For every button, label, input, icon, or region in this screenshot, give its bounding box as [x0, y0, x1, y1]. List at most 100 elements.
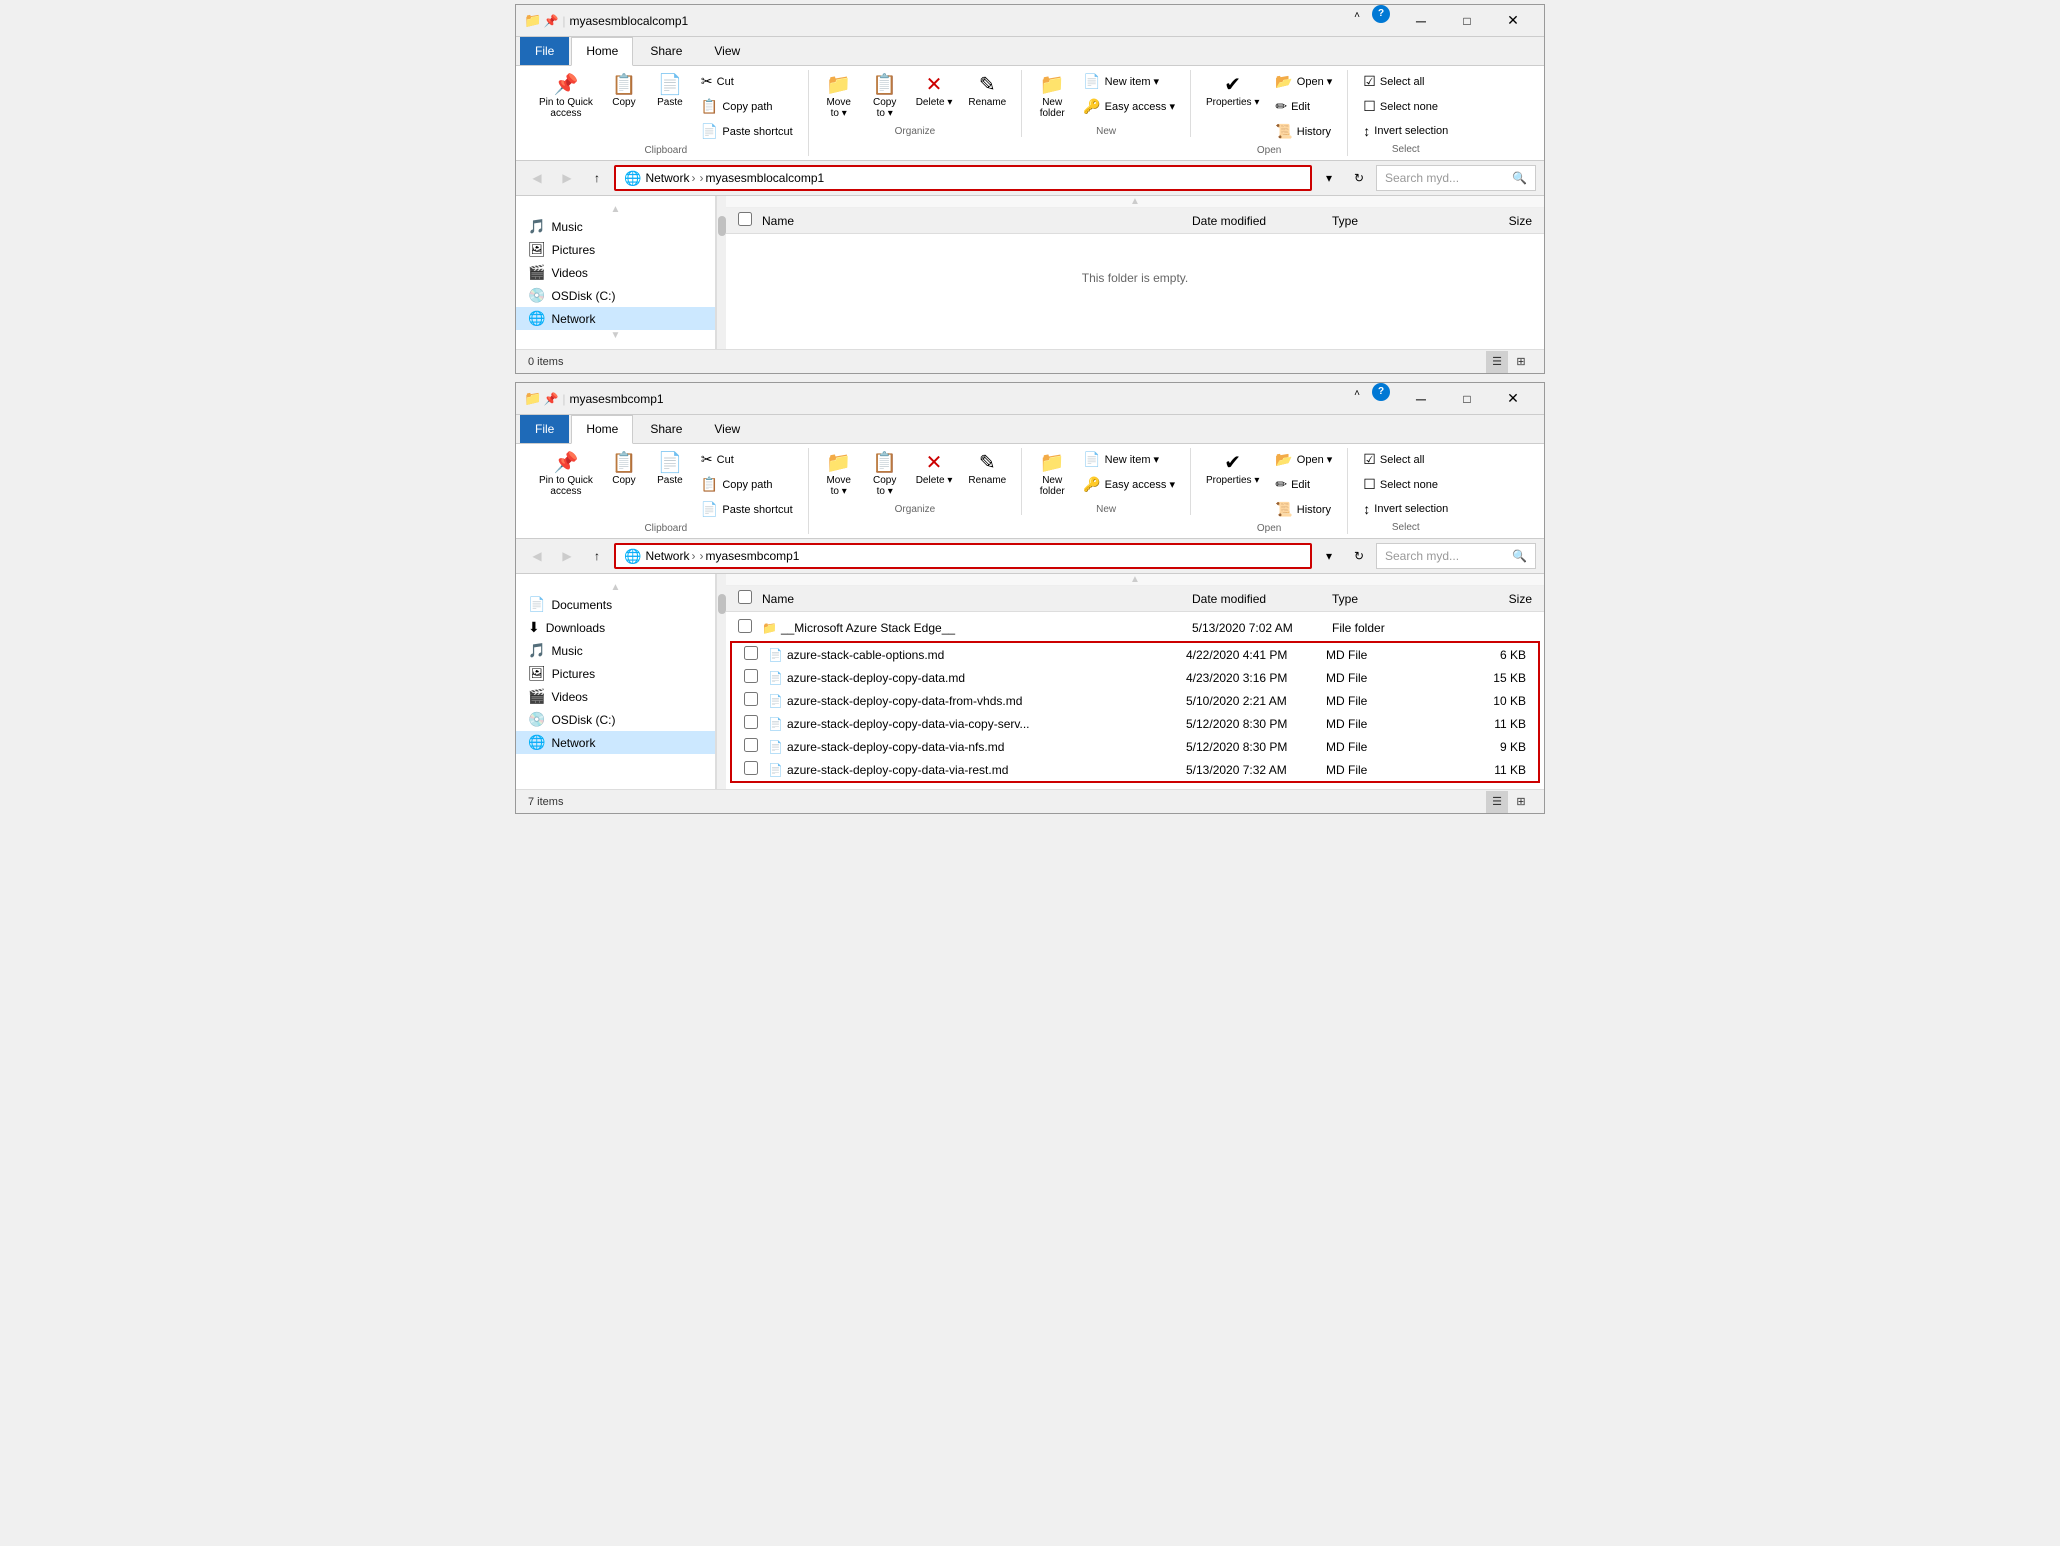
tab-home[interactable]: Home	[571, 415, 633, 444]
rename-button[interactable]: ✎ Rename	[961, 448, 1013, 491]
sidebar-item-videos[interactable]: 🎬Videos	[516, 261, 715, 284]
sidebar-item-pictures[interactable]: 🖼Pictures	[516, 662, 715, 685]
tab-file[interactable]: File	[520, 37, 569, 65]
invert-selection-button[interactable]: ↕Invert selection	[1356, 120, 1455, 142]
scrollbar-thumb[interactable]	[718, 216, 726, 236]
properties-button[interactable]: ✔ Properties ▾	[1199, 70, 1266, 113]
table-row[interactable]: 📄 azure-stack-cable-options.md 4/22/2020…	[732, 643, 1538, 666]
path-part-current[interactable]: myasesmbcomp1	[705, 549, 799, 563]
details-view-button[interactable]: ☰	[1486, 791, 1508, 813]
sidebar-scrollbar[interactable]	[716, 574, 726, 789]
header-name[interactable]: Name	[762, 592, 1192, 606]
details-view-button[interactable]: ☰	[1486, 351, 1508, 373]
sidebar-item-osdiskc[interactable]: 💿OSDisk (C:)	[516, 284, 715, 307]
header-checkbox[interactable]	[738, 590, 762, 607]
new-item-button[interactable]: 📄New item ▾	[1076, 448, 1182, 471]
invert-selection-button[interactable]: ↕Invert selection	[1356, 498, 1455, 520]
copy-to-button[interactable]: 📋 Copyto ▾	[863, 448, 907, 502]
tab-view[interactable]: View	[699, 37, 755, 65]
collapse-ribbon-button[interactable]: ˄	[1346, 383, 1368, 405]
properties-button[interactable]: ✔ Properties ▾	[1199, 448, 1266, 491]
new-folder-button[interactable]: 📁 Newfolder	[1030, 448, 1074, 502]
row-checkbox[interactable]	[744, 646, 768, 663]
sidebar-item-music[interactable]: 🎵Music	[516, 215, 715, 238]
copy-path-button[interactable]: 📋Copy path	[694, 473, 800, 496]
copy-button[interactable]: 📋 Copy	[602, 448, 646, 491]
easy-access-button[interactable]: 🔑Easy access ▾	[1076, 95, 1182, 118]
copy-to-button[interactable]: 📋 Copyto ▾	[863, 70, 907, 124]
close-button[interactable]: ✕	[1490, 383, 1536, 415]
sidebar-item-network[interactable]: 🌐Network	[516, 307, 715, 330]
forward-button[interactable]: ▶	[554, 165, 580, 191]
delete-button[interactable]: ✕ Delete ▾	[909, 70, 960, 113]
tab-view[interactable]: View	[699, 415, 755, 443]
address-path[interactable]: 🌐 Network › › myasesmbcomp1	[614, 543, 1312, 569]
help-button[interactable]: ?	[1372, 5, 1390, 23]
header-checkbox[interactable]	[738, 212, 762, 229]
address-path[interactable]: 🌐 Network › › myasesmblocalcomp1	[614, 165, 1312, 191]
file-checkbox[interactable]	[744, 646, 758, 660]
new-folder-button[interactable]: 📁 Newfolder	[1030, 70, 1074, 124]
paste-shortcut-button[interactable]: 📄Paste shortcut	[694, 120, 800, 143]
file-checkbox[interactable]	[744, 761, 758, 775]
minimize-button[interactable]: ─	[1398, 5, 1444, 37]
sidebar-item-pictures[interactable]: 🖼Pictures	[516, 238, 715, 261]
search-box[interactable]: Search myd... 🔍	[1376, 543, 1536, 569]
refresh-button[interactable]: ↻	[1346, 543, 1372, 569]
scrollbar-thumb[interactable]	[718, 594, 726, 614]
copy-path-button[interactable]: 📋Copy path	[694, 95, 800, 118]
sidebar-item-music[interactable]: 🎵Music	[516, 639, 715, 662]
table-row[interactable]: 📄 azure-stack-deploy-copy-data-via-nfs.m…	[732, 735, 1538, 758]
large-icons-view-button[interactable]: ⊞	[1510, 351, 1532, 373]
sidebar-scrollbar[interactable]	[716, 196, 726, 349]
file-checkbox[interactable]	[744, 715, 758, 729]
select-none-button[interactable]: ☐Select none	[1356, 473, 1455, 496]
forward-button[interactable]: ▶	[554, 543, 580, 569]
table-row[interactable]: 📄 azure-stack-deploy-copy-data-via-copy-…	[732, 712, 1538, 735]
up-button[interactable]: ↑	[584, 543, 610, 569]
search-box[interactable]: Search myd... 🔍	[1376, 165, 1536, 191]
file-checkbox[interactable]	[744, 669, 758, 683]
rename-button[interactable]: ✎ Rename	[961, 70, 1013, 113]
tab-share[interactable]: Share	[635, 37, 697, 65]
dropdown-button[interactable]: ▾	[1316, 165, 1342, 191]
select-all-checkbox[interactable]	[738, 590, 752, 604]
close-button[interactable]: ✕	[1490, 5, 1536, 37]
table-row[interactable]: 📁 __Microsoft Azure Stack Edge__ 5/13/20…	[726, 616, 1544, 639]
path-part-current[interactable]: myasesmblocalcomp1	[705, 171, 824, 185]
new-item-button[interactable]: 📄New item ▾	[1076, 70, 1182, 93]
sidebar-item-network[interactable]: 🌐Network	[516, 731, 715, 754]
header-name[interactable]: Name	[762, 214, 1192, 228]
table-row[interactable]: 📄 azure-stack-deploy-copy-data-via-rest.…	[732, 758, 1538, 781]
tab-share[interactable]: Share	[635, 415, 697, 443]
maximize-button[interactable]: □	[1444, 383, 1490, 415]
select-all-button[interactable]: ☑Select all	[1356, 70, 1455, 93]
cut-button[interactable]: ✂Cut	[694, 448, 800, 471]
path-part[interactable]: Network	[645, 171, 689, 185]
select-all-checkbox[interactable]	[738, 212, 752, 226]
help-button[interactable]: ?	[1372, 383, 1390, 401]
path-part[interactable]: Network	[645, 549, 689, 563]
collapse-ribbon-button[interactable]: ˄	[1346, 5, 1368, 27]
dropdown-button[interactable]: ▾	[1316, 543, 1342, 569]
sidebar-item-osdiskc[interactable]: 💿OSDisk (C:)	[516, 708, 715, 731]
copy-button[interactable]: 📋 Copy	[602, 70, 646, 113]
cut-button[interactable]: ✂Cut	[694, 70, 800, 93]
sidebar-item-downloads[interactable]: ⬇Downloads	[516, 616, 715, 639]
history-button[interactable]: 📜History	[1268, 498, 1339, 521]
header-date[interactable]: Date modified	[1192, 214, 1332, 228]
file-checkbox[interactable]	[738, 619, 752, 633]
header-type[interactable]: Type	[1332, 214, 1452, 228]
delete-button[interactable]: ✕ Delete ▾	[909, 448, 960, 491]
history-button[interactable]: 📜History	[1268, 120, 1339, 143]
tab-home[interactable]: Home	[571, 37, 633, 66]
row-checkbox[interactable]	[744, 761, 768, 778]
header-size[interactable]: Size	[1452, 592, 1532, 606]
refresh-button[interactable]: ↻	[1346, 165, 1372, 191]
open-button[interactable]: 📂Open ▾	[1268, 448, 1339, 471]
back-button[interactable]: ◀	[524, 543, 550, 569]
row-checkbox[interactable]	[738, 619, 762, 636]
minimize-button[interactable]: ─	[1398, 383, 1444, 415]
sidebar-item-documents[interactable]: 📄Documents	[516, 593, 715, 616]
paste-button[interactable]: 📄 Paste	[648, 448, 692, 491]
